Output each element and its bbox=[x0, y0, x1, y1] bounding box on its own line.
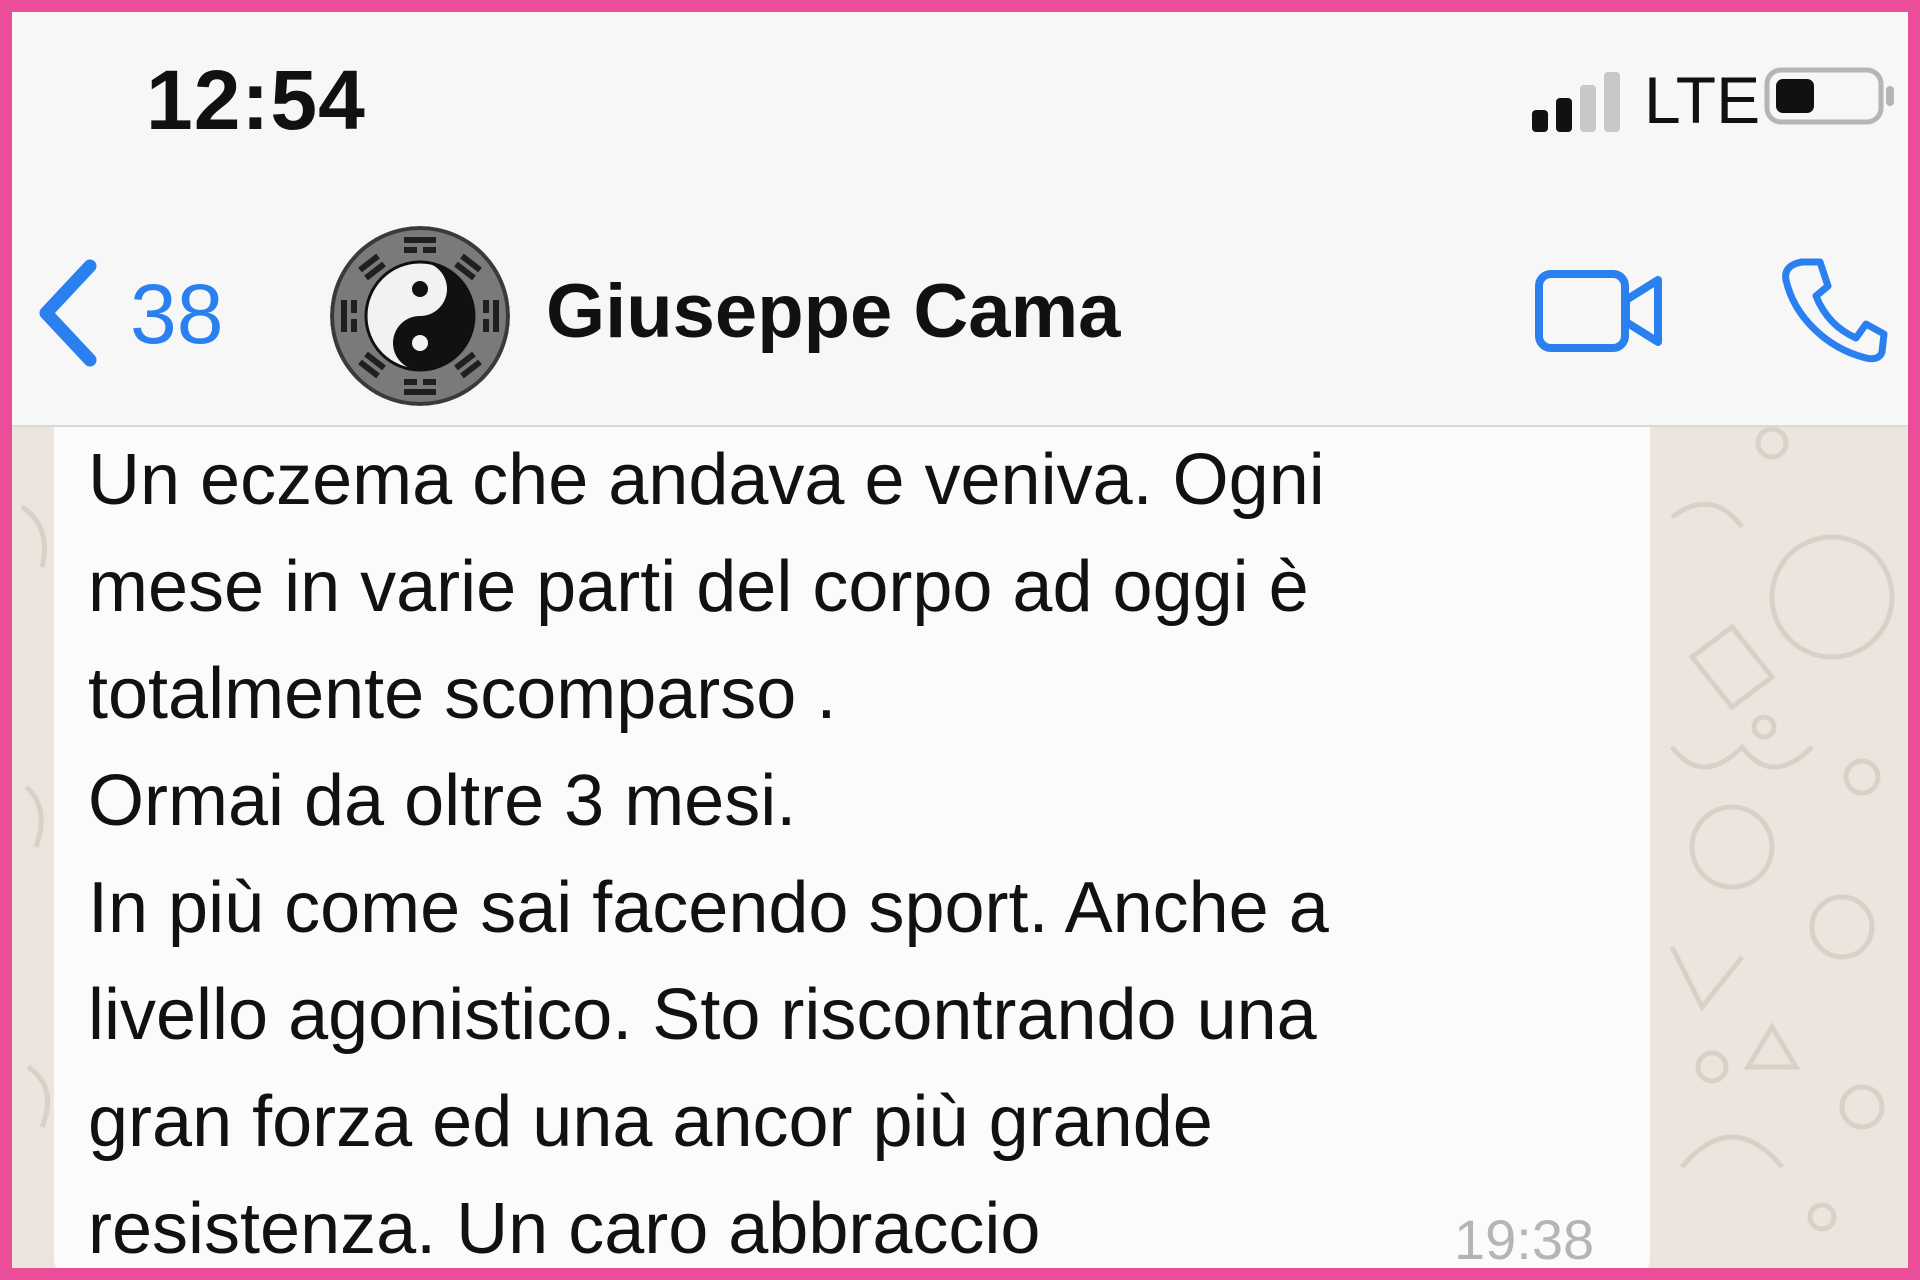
video-camera-icon[interactable] bbox=[1534, 266, 1664, 356]
phone-screen: 12:54 LTE 38 Giuseppe Cama Un eczema che… bbox=[12, 12, 1908, 1268]
message-text: Un eczema che andava e veniva. Ogni mese… bbox=[88, 440, 1329, 1268]
message-time: 19:38 bbox=[1454, 1208, 1595, 1268]
yin-yang-bagua-icon bbox=[330, 226, 510, 406]
chat-header: 38 Giuseppe Cama bbox=[12, 182, 1908, 427]
chevron-left-icon bbox=[39, 259, 97, 367]
status-bar: 12:54 LTE bbox=[12, 12, 1908, 182]
battery-icon bbox=[1764, 67, 1894, 125]
contact-name[interactable]: Giuseppe Cama bbox=[546, 268, 1120, 355]
cellular-signal-icon bbox=[1532, 72, 1620, 132]
battery-fill bbox=[1776, 79, 1814, 113]
contact-avatar[interactable] bbox=[330, 226, 510, 406]
back-button[interactable]: 38 bbox=[34, 258, 254, 368]
unread-count: 38 bbox=[130, 267, 224, 361]
status-time: 12:54 bbox=[146, 53, 366, 147]
phone-icon[interactable] bbox=[1780, 254, 1890, 364]
network-type: LTE bbox=[1644, 63, 1761, 137]
message-bubble: Un eczema che andava e veniva. Ogni mese… bbox=[54, 427, 1650, 1268]
chat-area: Un eczema che andava e veniva. Ogni mese… bbox=[12, 427, 1908, 1268]
